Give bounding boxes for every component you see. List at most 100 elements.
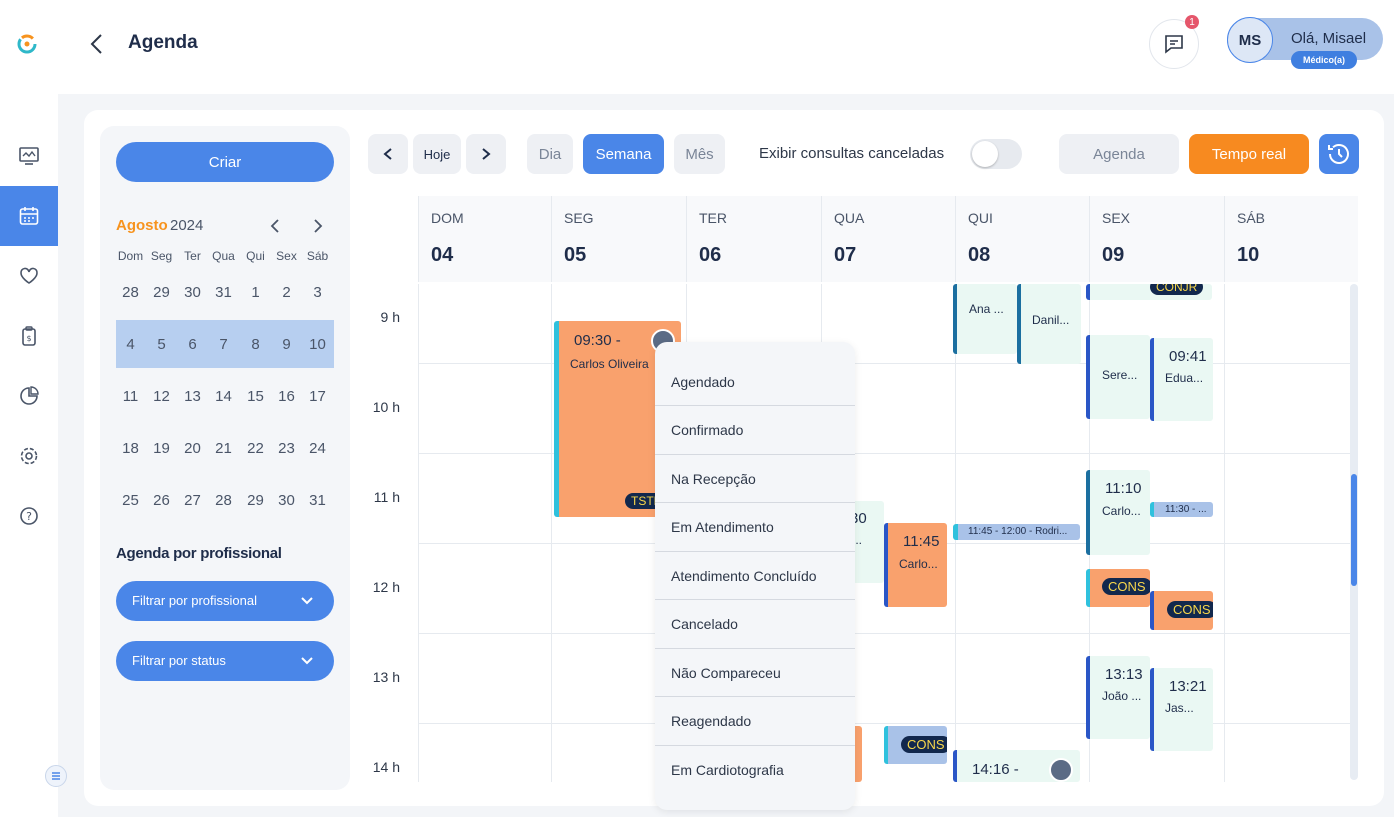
sidebar-item-reports[interactable] [0, 366, 58, 426]
event-sex-cons-a[interactable]: CONS [1086, 569, 1150, 607]
calendar-day[interactable]: 31 [302, 492, 333, 509]
view-week-button[interactable]: Semana [583, 134, 664, 174]
next-week-button[interactable] [466, 134, 506, 174]
calendar-day[interactable]: 8 [240, 336, 271, 353]
calendar-day[interactable]: 15 [240, 388, 271, 405]
calendar-day[interactable]: 6 [177, 336, 208, 353]
calendar-day[interactable]: 1 [240, 284, 271, 301]
next-month-icon[interactable] [311, 217, 325, 235]
calendar-day[interactable]: 27 [177, 492, 208, 509]
status-option[interactable]: Na Recepção [655, 455, 855, 503]
filter-status-select[interactable]: Filtrar por status [116, 641, 334, 681]
day-dow: QUA [834, 210, 865, 226]
avatar[interactable]: MS [1227, 17, 1273, 63]
status-option[interactable]: Reagendado [655, 698, 855, 746]
calendar-day[interactable]: 23 [271, 440, 302, 457]
calendar-day[interactable]: 26 [146, 492, 177, 509]
day-header[interactable]: SEG 05 [551, 196, 686, 282]
status-option[interactable]: Em Cardiotografia [655, 746, 855, 794]
calendar-day[interactable]: 28 [208, 492, 239, 509]
status-option[interactable]: Em Atendimento [655, 504, 855, 552]
sidebar-item-health[interactable] [0, 246, 58, 306]
realtime-clock-button[interactable] [1319, 134, 1359, 174]
calendar-day[interactable]: 17 [302, 388, 333, 405]
view-month-button[interactable]: Mês [674, 134, 725, 174]
filter-professional-select[interactable]: Filtrar por profissional [116, 581, 334, 621]
calendar-day[interactable]: 30 [177, 284, 208, 301]
event-qui-1416[interactable]: 14:16 - [953, 750, 1080, 782]
create-button[interactable]: Criar [116, 142, 334, 182]
filter-professional-label: Filtrar por profissional [132, 593, 257, 608]
calendar-day[interactable]: 29 [240, 492, 271, 509]
calendar-day[interactable]: 29 [146, 284, 177, 301]
event-qui-b[interactable]: Danil... [1017, 284, 1081, 364]
calendar-day[interactable]: 11 [115, 388, 146, 405]
prev-month-icon[interactable] [268, 217, 282, 235]
calendar-day[interactable]: 2 [271, 284, 302, 301]
calendar-day[interactable]: 3 [302, 284, 333, 301]
event-sex-0941[interactable]: 09:41 Edua... [1150, 338, 1213, 421]
calendar-day[interactable]: 24 [302, 440, 333, 457]
event-qua-1145[interactable]: 11:45 Carlo... [884, 523, 947, 607]
realtime-button[interactable]: Tempo real [1189, 134, 1309, 174]
calendar-day[interactable]: 7 [208, 336, 239, 353]
today-button[interactable]: Hoje [413, 134, 461, 174]
event-sex-1321[interactable]: 13:21 Jas... [1150, 668, 1213, 751]
event-qui-a[interactable]: Ana ... [953, 284, 1017, 354]
sidebar-item-agenda[interactable] [0, 186, 58, 246]
app-logo-icon[interactable] [16, 33, 38, 55]
sidebar-item-settings[interactable] [0, 426, 58, 486]
prev-week-button[interactable] [368, 134, 408, 174]
calendar-day[interactable]: 12 [146, 388, 177, 405]
calendar-day[interactable]: 19 [146, 440, 177, 457]
event-sex-a[interactable]: CONJR [1086, 284, 1212, 300]
grid-column-line [418, 284, 419, 782]
day-header[interactable]: SEX 09 [1089, 196, 1224, 282]
calendar-day[interactable]: 28 [115, 284, 146, 301]
status-option[interactable]: Não Compareceu [655, 649, 855, 697]
calendar-day[interactable]: 31 [208, 284, 239, 301]
calendar-day[interactable]: 18 [115, 440, 146, 457]
event-sex-b[interactable]: Sere... [1086, 335, 1150, 419]
calendar-day[interactable]: 20 [177, 440, 208, 457]
sidebar-item-help[interactable]: ? [0, 486, 58, 546]
event-type-pill: CONS [1167, 601, 1213, 618]
calendar-day[interactable]: 10 [302, 336, 333, 353]
show-cancelled-toggle[interactable] [970, 139, 1022, 169]
event-sex-1110[interactable]: 11:10 Carlo... [1086, 470, 1150, 555]
back-icon[interactable] [88, 33, 106, 55]
event-qui-1145[interactable]: 11:45 - 12:00 - Rodri... [953, 524, 1080, 540]
event-sex-cons-b[interactable]: CONS [1150, 591, 1213, 630]
calendar-day[interactable]: 4 [115, 336, 146, 353]
calendar-day[interactable]: 14 [208, 388, 239, 405]
calendar-day[interactable]: 9 [271, 336, 302, 353]
calendar-day[interactable]: 22 [240, 440, 271, 457]
calendar-day[interactable]: 30 [271, 492, 302, 509]
day-header[interactable]: TER 06 [686, 196, 821, 282]
status-option[interactable]: Atendimento Concluído [655, 552, 855, 600]
event-sex-1130[interactable]: 11:30 - ... [1150, 502, 1213, 517]
sidebar-item-finance[interactable]: $ [0, 306, 58, 366]
day-header[interactable]: QUA 07 [821, 196, 955, 282]
scrollbar-thumb[interactable] [1351, 474, 1357, 586]
event-time: 09:30 - [574, 332, 621, 349]
day-header[interactable]: SÁB 10 [1224, 196, 1358, 282]
event-qua-cons[interactable]: CONS [884, 726, 947, 764]
event-sex-1313[interactable]: 13:13 João ... [1086, 656, 1150, 739]
view-day-button[interactable]: Dia [527, 134, 573, 174]
agenda-view-button[interactable]: Agenda [1059, 134, 1179, 174]
calendar-day[interactable]: 5 [146, 336, 177, 353]
calendar-day[interactable]: 25 [115, 492, 146, 509]
status-option[interactable]: Confirmado [655, 407, 855, 455]
status-option[interactable]: Cancelado [655, 601, 855, 649]
day-header[interactable]: QUI 08 [955, 196, 1089, 282]
day-number: 10 [1237, 244, 1260, 266]
day-header[interactable]: DOM 04 [418, 196, 551, 282]
scrollbar-track[interactable] [1350, 284, 1358, 780]
calendar-day[interactable]: 21 [208, 440, 239, 457]
calendar-day[interactable]: 16 [271, 388, 302, 405]
collapse-menu-icon[interactable] [45, 765, 67, 787]
sidebar-item-monitor[interactable] [0, 126, 58, 186]
status-option[interactable]: Agendado [655, 358, 855, 406]
calendar-day[interactable]: 13 [177, 388, 208, 405]
